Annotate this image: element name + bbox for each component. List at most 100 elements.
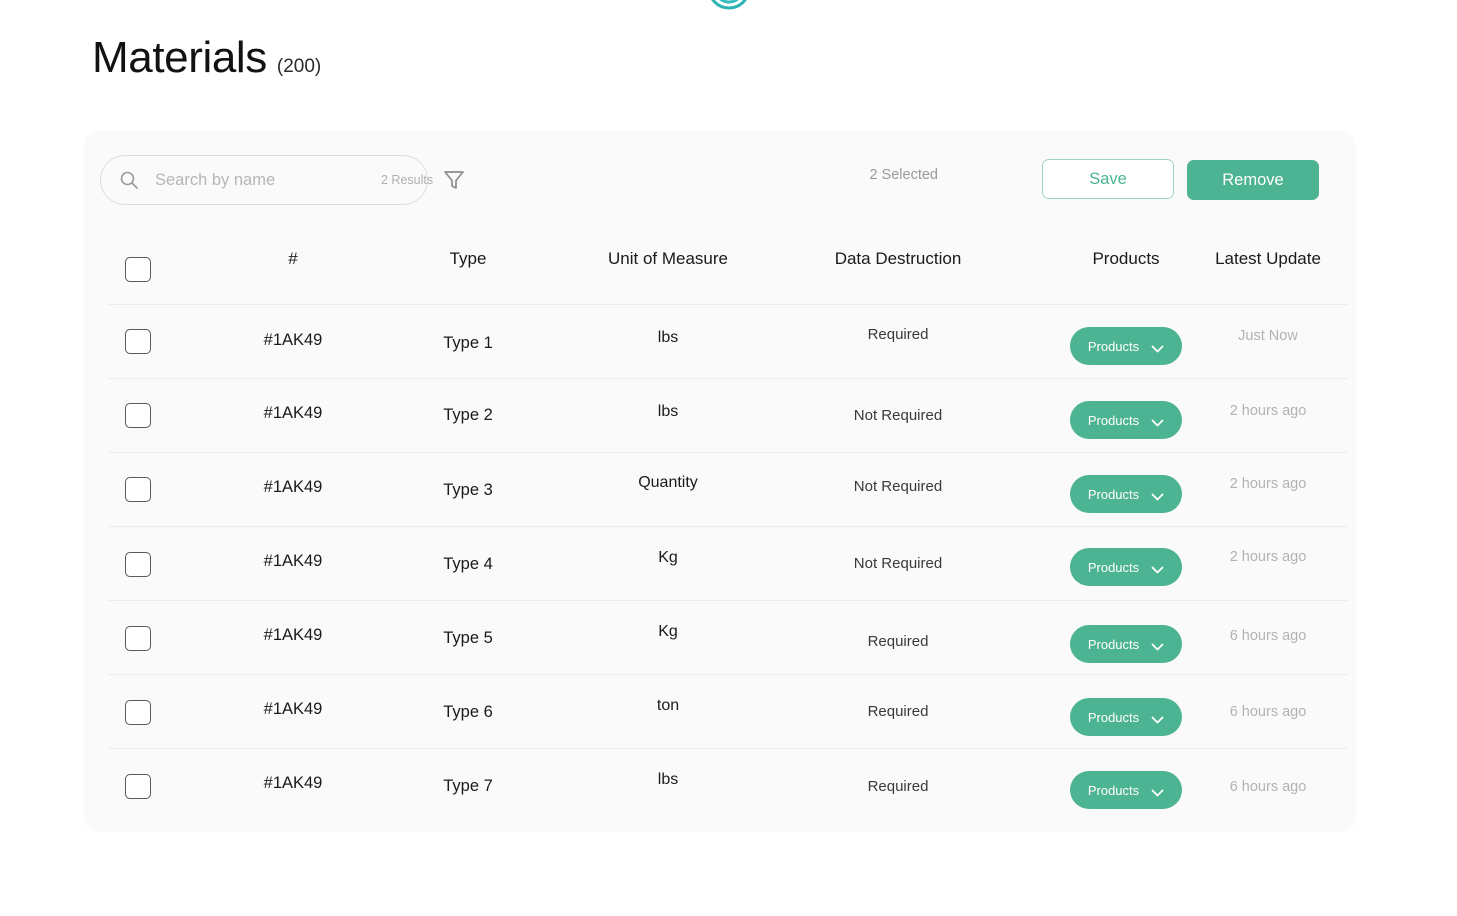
row-checkbox[interactable]: [125, 552, 151, 577]
column-header-type: Type: [398, 249, 538, 269]
chevron-down-icon: [1151, 342, 1164, 351]
cell-data-destruction: Not Required: [798, 478, 998, 495]
cell-number: #1AK49: [218, 404, 368, 423]
row-select-cell: [125, 774, 151, 799]
row-checkbox[interactable]: [125, 329, 151, 354]
filter-button[interactable]: [441, 167, 467, 193]
products-dropdown-label: Products: [1088, 783, 1139, 798]
chevron-down-icon: [1151, 416, 1164, 425]
chevron-down-icon: [1151, 713, 1164, 722]
cell-type: Type 2: [398, 406, 538, 425]
products-dropdown-label: Products: [1088, 339, 1139, 354]
row-select-cell: [125, 403, 151, 428]
cell-data-destruction: Required: [798, 326, 998, 343]
products-dropdown-label: Products: [1088, 413, 1139, 428]
cell-number: #1AK49: [218, 478, 368, 497]
cell-latest-update: 2 hours ago: [1188, 549, 1348, 565]
table-header-row: # Type Unit of Measure Data Destruction …: [108, 227, 1348, 305]
cell-latest-update: 6 hours ago: [1188, 704, 1348, 720]
table-row: #1AK49 Type 3 Quantity Not Required Prod…: [108, 453, 1348, 527]
table-toolbar: 2 Results 2 Selected Save Remove: [84, 131, 1356, 227]
remove-button[interactable]: Remove: [1187, 160, 1319, 200]
products-dropdown-button[interactable]: Products: [1070, 401, 1182, 439]
cell-type: Type 1: [398, 334, 538, 353]
products-dropdown-button[interactable]: Products: [1070, 327, 1182, 365]
select-all-checkbox[interactable]: [125, 257, 151, 282]
cell-unit-of-measure: Kg: [578, 623, 758, 641]
materials-card: 2 Results 2 Selected Save Remove # Type …: [84, 131, 1356, 832]
column-header-number: #: [218, 249, 368, 269]
search-results-count: 2 Results: [381, 173, 433, 187]
products-dropdown-button[interactable]: Products: [1070, 625, 1182, 663]
chevron-down-icon: [1151, 563, 1164, 572]
row-checkbox[interactable]: [125, 403, 151, 428]
cell-unit-of-measure: Quantity: [578, 474, 758, 492]
page-title-text: Materials: [92, 36, 267, 80]
cell-data-destruction: Required: [798, 703, 998, 720]
cell-latest-update: Just Now: [1188, 328, 1348, 344]
cell-number: #1AK49: [218, 626, 368, 645]
products-dropdown-label: Products: [1088, 637, 1139, 652]
cell-number: #1AK49: [218, 774, 368, 793]
cell-type: Type 7: [398, 777, 538, 796]
table-row: #1AK49 Type 2 lbs Not Required Products …: [108, 379, 1348, 453]
row-select-cell: [125, 477, 151, 502]
cell-number: #1AK49: [218, 700, 368, 719]
products-dropdown-button[interactable]: Products: [1070, 771, 1182, 809]
materials-table: # Type Unit of Measure Data Destruction …: [108, 227, 1348, 823]
search-input[interactable]: [155, 171, 375, 190]
products-dropdown-label: Products: [1088, 710, 1139, 725]
cell-unit-of-measure: lbs: [578, 329, 758, 347]
row-checkbox[interactable]: [125, 626, 151, 651]
cell-unit-of-measure: lbs: [578, 403, 758, 421]
save-button[interactable]: Save: [1042, 159, 1174, 199]
column-header-unit-of-measure: Unit of Measure: [578, 249, 758, 269]
table-row: #1AK49 Type 1 lbs Required Products Just…: [108, 305, 1348, 379]
cell-unit-of-measure: lbs: [578, 771, 758, 789]
cell-latest-update: 2 hours ago: [1188, 403, 1348, 419]
row-select-cell: [125, 626, 151, 651]
cell-data-destruction: Not Required: [798, 407, 998, 424]
cell-latest-update: 2 hours ago: [1188, 476, 1348, 492]
row-checkbox[interactable]: [125, 700, 151, 725]
search-icon: [119, 170, 139, 190]
selected-count-label: 2 Selected: [869, 167, 938, 183]
cell-latest-update: 6 hours ago: [1188, 779, 1348, 795]
row-select-cell: [125, 700, 151, 725]
row-select-cell: [125, 552, 151, 577]
table-row: #1AK49 Type 7 lbs Required Products 6 ho…: [108, 749, 1348, 823]
cell-number: #1AK49: [218, 331, 368, 350]
cell-type: Type 3: [398, 481, 538, 500]
search-box[interactable]: 2 Results: [100, 155, 428, 205]
products-dropdown-button[interactable]: Products: [1070, 698, 1182, 736]
cell-unit-of-measure: ton: [578, 697, 758, 715]
page-title: Materials (200): [92, 36, 321, 80]
cell-number: #1AK49: [218, 552, 368, 571]
brand-logo: [639, 0, 819, 14]
column-header-latest-update: Latest Update: [1188, 249, 1348, 269]
cell-data-destruction: Required: [798, 778, 998, 795]
row-select-cell: [125, 329, 151, 354]
table-row: #1AK49 Type 5 Kg Required Products 6 hou…: [108, 601, 1348, 675]
chevron-down-icon: [1151, 786, 1164, 795]
cell-latest-update: 6 hours ago: [1188, 628, 1348, 644]
filter-funnel-icon: [441, 167, 467, 193]
cell-data-destruction: Not Required: [798, 555, 998, 572]
cell-unit-of-measure: Kg: [578, 549, 758, 567]
table-row: #1AK49 Type 6 ton Required Products 6 ho…: [108, 675, 1348, 749]
table-row: #1AK49 Type 4 Kg Not Required Products 2…: [108, 527, 1348, 601]
row-checkbox[interactable]: [125, 477, 151, 502]
products-dropdown-label: Products: [1088, 560, 1139, 575]
page-title-count: (200): [277, 56, 321, 78]
cell-type: Type 4: [398, 555, 538, 574]
chevron-down-icon: [1151, 640, 1164, 649]
select-all-cell: [125, 257, 151, 282]
chevron-down-icon: [1151, 490, 1164, 499]
row-checkbox[interactable]: [125, 774, 151, 799]
column-header-data-destruction: Data Destruction: [798, 249, 998, 269]
products-dropdown-button[interactable]: Products: [1070, 548, 1182, 586]
products-dropdown-label: Products: [1088, 487, 1139, 502]
products-dropdown-button[interactable]: Products: [1070, 475, 1182, 513]
cell-type: Type 6: [398, 703, 538, 722]
cell-data-destruction: Required: [798, 633, 998, 650]
